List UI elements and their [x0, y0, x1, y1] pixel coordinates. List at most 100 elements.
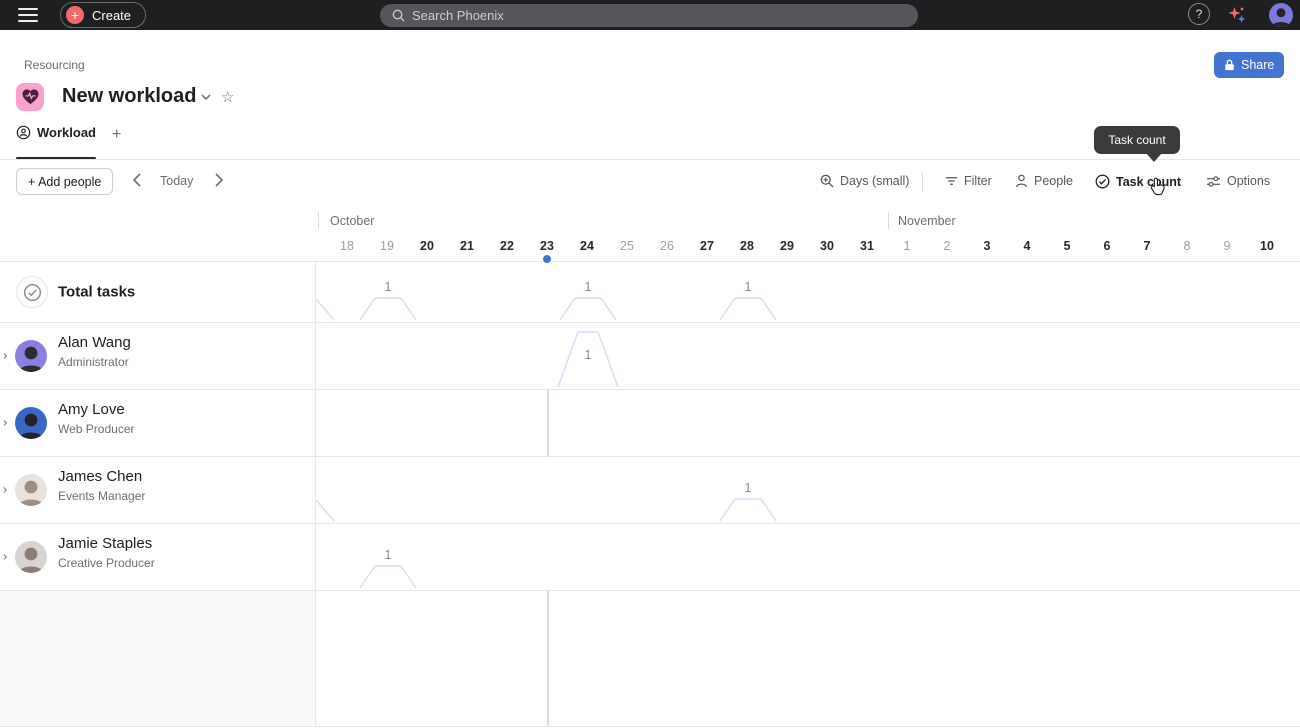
workload-tab-icon: [16, 125, 31, 140]
task-count-value: 1: [585, 348, 592, 362]
row-person-jamie-staples: › Jamie Staples Creative Producer 1: [0, 524, 1300, 591]
hamburger-menu-icon[interactable]: [18, 8, 38, 22]
row-person-james-chen: › James Chen Events Manager 1: [0, 457, 1300, 524]
row-graph-area: 1: [315, 457, 1300, 523]
day-header-25: 25: [607, 239, 647, 253]
top-bar: + Create Search Phoenix ?: [0, 0, 1300, 30]
task-count-value: 1: [585, 280, 592, 294]
workload-rows: Total tasks111›Alan WangAdministrator1›A…: [0, 262, 1300, 591]
share-button-label: Share: [1241, 58, 1274, 72]
day-header-22: 22: [487, 239, 527, 253]
expand-row-chevron-icon[interactable]: ›: [3, 414, 7, 429]
day-header-8: 8: [1167, 239, 1207, 253]
help-button[interactable]: ?: [1188, 3, 1210, 25]
avatar-amy-love: [15, 407, 47, 439]
add-tab-button[interactable]: +: [112, 126, 121, 144]
tab-workload-label: Workload: [37, 125, 96, 140]
timeline-header: OctoberNovember1819202122232425262728293…: [0, 202, 1300, 262]
avatar-james-chen: [15, 474, 47, 506]
workload-bump: [720, 499, 776, 521]
people-button[interactable]: People: [1015, 174, 1073, 188]
person-name: Jamie Staples: [58, 535, 152, 552]
people-label: People: [1034, 174, 1073, 188]
month-label: October: [330, 214, 374, 228]
day-header-1: 1: [887, 239, 927, 253]
day-header-2: 2: [927, 239, 967, 253]
filter-label: Filter: [964, 174, 992, 188]
row-graph-area: 1: [315, 323, 1300, 389]
workload-bump: [360, 298, 416, 320]
day-header-29: 29: [767, 239, 807, 253]
day-header-26: 26: [647, 239, 687, 253]
workload-bump: [360, 566, 416, 588]
zoom-level-button[interactable]: Days (small): [820, 174, 909, 188]
plus-icon: +: [66, 6, 84, 24]
toolbar: + Add people Today Days (small) Filter P…: [0, 161, 1300, 202]
today-button[interactable]: Today: [160, 174, 193, 188]
row-person-alan-wang: ›Alan WangAdministrator1: [0, 323, 1300, 390]
zoom-level-label: Days (small): [840, 174, 909, 188]
day-header-19: 19: [367, 239, 407, 253]
project-icon-tile: [16, 83, 44, 111]
toolbar-divider: [922, 172, 923, 192]
user-avatar[interactable]: [1269, 3, 1293, 27]
row-graph-area: [315, 390, 1300, 456]
person-icon: [1015, 174, 1028, 188]
filter-icon: [945, 175, 958, 187]
add-people-button[interactable]: + Add people: [16, 168, 113, 195]
expand-row-chevron-icon[interactable]: ›: [3, 548, 7, 563]
day-header-9: 9: [1207, 239, 1247, 253]
month-tick: [318, 212, 319, 229]
day-header-5: 5: [1047, 239, 1087, 253]
person-name: James Chen: [58, 468, 142, 485]
workload-curve-tail: [316, 299, 334, 320]
day-header-18: 18: [327, 239, 367, 253]
day-header-4: 4: [1007, 239, 1047, 253]
tooltip-arrow: [1146, 153, 1162, 162]
health-heart-icon: [22, 89, 39, 105]
day-header-7: 7: [1127, 239, 1167, 253]
tab-workload[interactable]: Workload: [16, 125, 96, 149]
active-tab-underline: [16, 157, 96, 159]
day-header-24: 24: [567, 239, 607, 253]
bottom-left-panel: [0, 591, 315, 726]
avatar-alan-wang: [15, 340, 47, 372]
task-count-value: 1: [745, 481, 752, 495]
row-graph-area: 111: [315, 262, 1300, 322]
avatar-jamie-staples: [15, 541, 47, 573]
expand-row-chevron-icon[interactable]: ›: [3, 347, 7, 362]
workload-curve-tail: [316, 500, 334, 521]
person-role: Web Producer: [58, 422, 134, 436]
expand-row-chevron-icon[interactable]: ›: [3, 481, 7, 496]
task-count-value: 1: [385, 548, 392, 562]
task-count-button[interactable]: Task count: [1095, 174, 1181, 189]
bottom-empty-area: [0, 591, 1300, 727]
person-name: Amy Love: [58, 401, 125, 418]
search-placeholder: Search Phoenix: [412, 8, 504, 23]
favorite-star-icon[interactable]: ☆: [221, 88, 234, 106]
breadcrumb[interactable]: Resourcing: [24, 58, 85, 72]
day-header-21: 21: [447, 239, 487, 253]
page-title[interactable]: New workload: [62, 85, 196, 108]
day-header-3: 3: [967, 239, 1007, 253]
prev-period-chevron-icon[interactable]: [132, 173, 142, 187]
share-button[interactable]: Share: [1214, 52, 1284, 78]
options-button[interactable]: Options: [1206, 174, 1270, 188]
month-label: November: [898, 214, 956, 228]
filter-button[interactable]: Filter: [945, 174, 992, 188]
create-button[interactable]: + Create: [60, 2, 146, 28]
day-header-31: 31: [847, 239, 887, 253]
next-period-chevron-icon[interactable]: [214, 173, 224, 187]
ai-sparkles-icon[interactable]: [1226, 4, 1248, 26]
day-header-28: 28: [727, 239, 767, 253]
today-marker-line: [547, 390, 549, 457]
check-circle-icon: [1095, 174, 1110, 189]
user-avatar-photo: [1269, 3, 1293, 27]
options-sliders-icon: [1206, 175, 1221, 188]
workload-bump: [720, 298, 776, 320]
person-role: Creative Producer: [58, 556, 155, 570]
day-header-10: 10: [1247, 239, 1287, 253]
search-input[interactable]: Search Phoenix: [380, 4, 918, 27]
title-dropdown-chevron-icon[interactable]: [200, 91, 212, 103]
person-role: Events Manager: [58, 489, 145, 503]
